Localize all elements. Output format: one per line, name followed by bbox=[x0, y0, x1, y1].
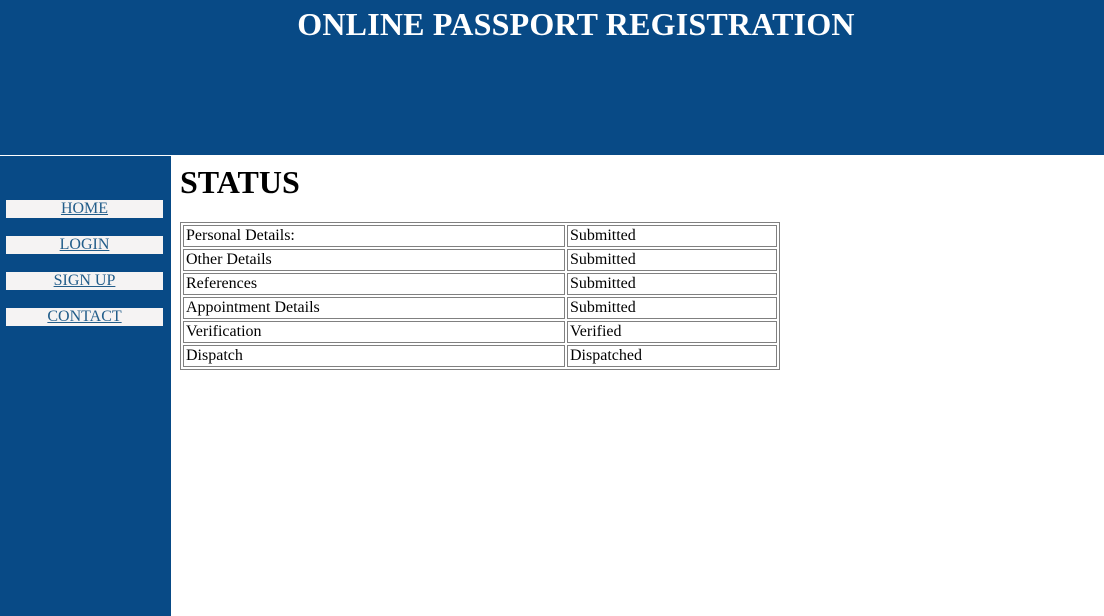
status-table: Personal Details: Submitted Other Detail… bbox=[180, 222, 780, 370]
table-row: Personal Details: Submitted bbox=[183, 225, 777, 247]
table-row: Dispatch Dispatched bbox=[183, 345, 777, 367]
sidebar-item-login[interactable]: LOGIN bbox=[6, 236, 163, 254]
status-value-cell: Dispatched bbox=[567, 345, 777, 367]
status-field-cell: Appointment Details bbox=[183, 297, 565, 319]
status-field-cell: Other Details bbox=[183, 249, 565, 271]
sidebar-nav: HOME LOGIN SIGN UP CONTACT bbox=[0, 156, 171, 616]
page-title: STATUS bbox=[180, 164, 300, 200]
sidebar-item-home[interactable]: HOME bbox=[6, 200, 163, 218]
status-value-cell: Submitted bbox=[567, 249, 777, 271]
main-content: STATUS Personal Details: Submitted Other… bbox=[172, 156, 1104, 616]
table-row: Verification Verified bbox=[183, 321, 777, 343]
status-field-cell: Verification bbox=[183, 321, 565, 343]
table-row: Appointment Details Submitted bbox=[183, 297, 777, 319]
site-title: ONLINE PASSPORT REGISTRATION bbox=[297, 6, 855, 42]
sidebar-item-contact[interactable]: CONTACT bbox=[6, 308, 163, 326]
site-header: ONLINE PASSPORT REGISTRATION bbox=[0, 0, 1104, 155]
status-field-cell: Personal Details: bbox=[183, 225, 565, 247]
status-field-cell: References bbox=[183, 273, 565, 295]
status-value-cell: Submitted bbox=[567, 297, 777, 319]
status-field-cell: Dispatch bbox=[183, 345, 565, 367]
status-value-cell: Submitted bbox=[567, 273, 777, 295]
status-value-cell: Verified bbox=[567, 321, 777, 343]
sidebar-item-sign-up[interactable]: SIGN UP bbox=[6, 272, 163, 290]
table-row: Other Details Submitted bbox=[183, 249, 777, 271]
table-row: References Submitted bbox=[183, 273, 777, 295]
status-value-cell: Submitted bbox=[567, 225, 777, 247]
